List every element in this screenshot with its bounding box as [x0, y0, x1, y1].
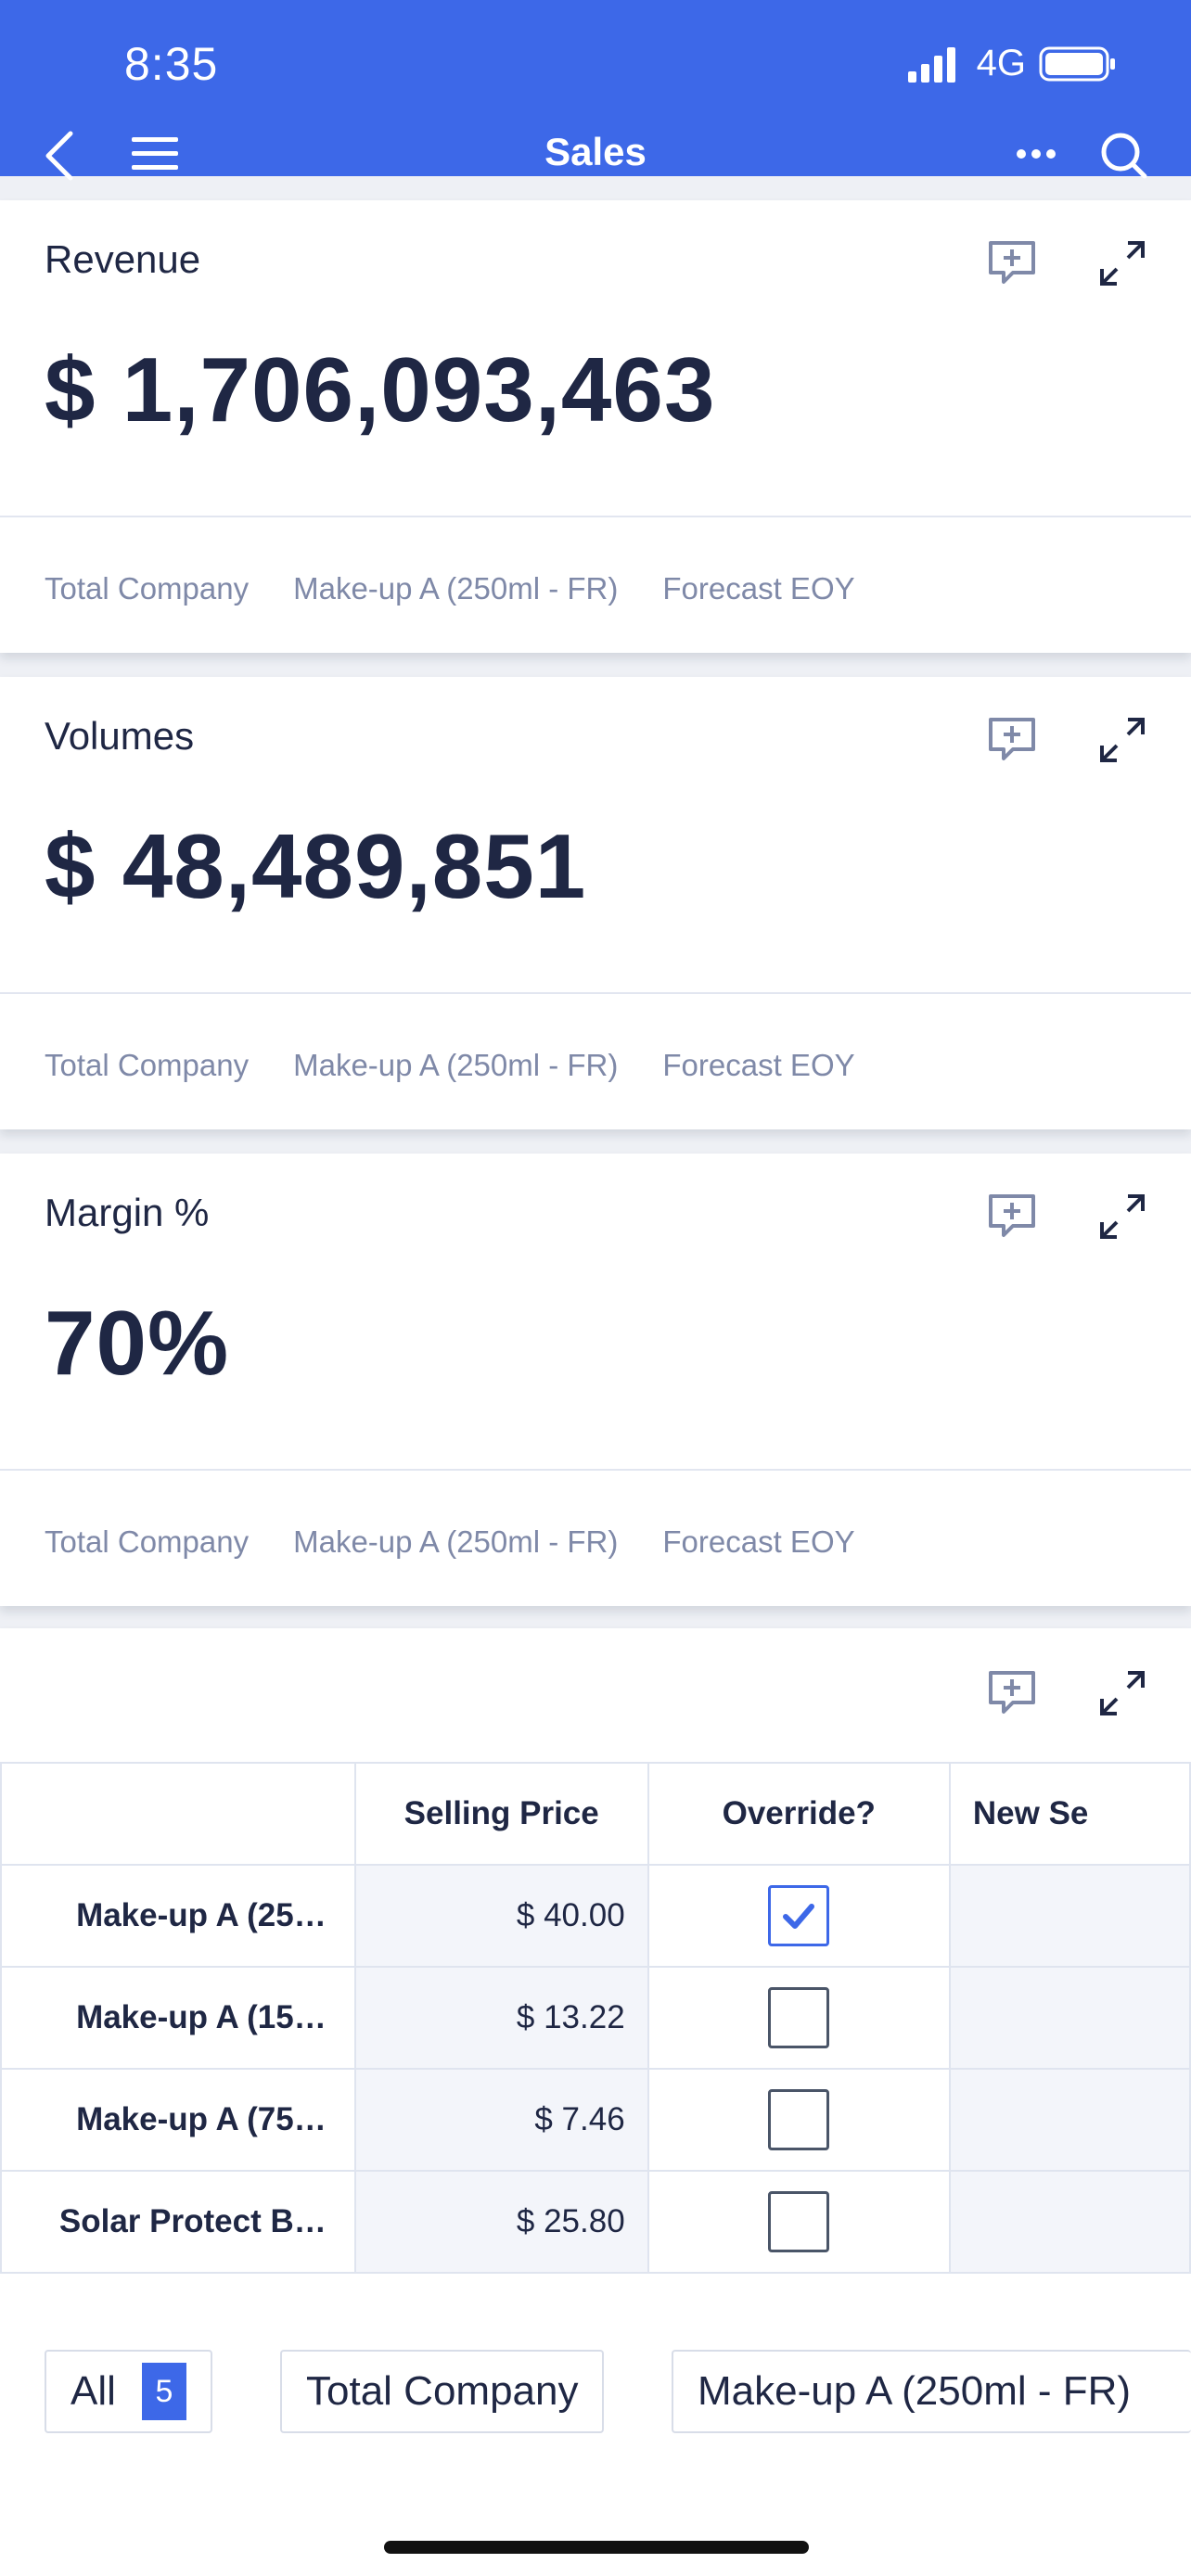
header-new-selling-price: New Se [948, 1762, 1191, 1866]
expand-icon[interactable] [1098, 1192, 1146, 1241]
add-comment-icon[interactable] [987, 1192, 1037, 1239]
price-table-scroll[interactable]: Selling Price Override? New Se Make-up A… [0, 1762, 1191, 2300]
volumes-card[interactable]: Volumes $ 48,489,851 Total Company Make-… [0, 677, 1191, 1129]
add-comment-icon[interactable] [987, 716, 1037, 762]
new-price-cell[interactable] [948, 1864, 1191, 1968]
card-actions [987, 1669, 1146, 1717]
network-type: 4G [976, 43, 1026, 83]
card-value: $ 48,489,851 [45, 815, 587, 917]
override-cell [647, 2068, 951, 2172]
new-price-cell[interactable] [948, 2170, 1191, 2274]
tag-product: Make-up A (250ml - FR) [293, 1524, 619, 1559]
card-title: Margin % [45, 1191, 210, 1234]
row-label: Solar Protect B… [0, 2170, 356, 2274]
add-comment-icon[interactable] [987, 1669, 1037, 1715]
override-checkbox[interactable] [768, 2089, 830, 2150]
tag-product: Make-up A (250ml - FR) [293, 571, 619, 606]
selling-price-cell[interactable]: $ 40.00 [353, 1864, 649, 1968]
tag-scenario: Forecast EOY [662, 571, 855, 606]
expand-icon[interactable] [1098, 716, 1146, 764]
new-price-cell[interactable] [948, 1966, 1191, 2070]
new-price-cell[interactable] [948, 2068, 1191, 2172]
status-indicators: 4G [907, 43, 1117, 84]
filter-bar: All 5 Total Company Make-up A (250ml - F… [0, 2302, 1191, 2576]
card-actions [987, 239, 1146, 287]
tag-scenario: Forecast EOY [662, 1048, 855, 1082]
add-comment-icon[interactable] [987, 239, 1037, 286]
table-row: Make-up A (75… $ 7.46 [0, 2068, 1191, 2172]
table-row: Solar Protect B… $ 25.80 [0, 2170, 1191, 2274]
table-row: Make-up A (15… $ 13.22 [0, 1966, 1191, 2070]
header-blank [0, 1762, 356, 1866]
signal-icon [907, 46, 955, 83]
filter-all-button[interactable]: All 5 [45, 2350, 212, 2433]
header-selling-price: Selling Price [353, 1762, 649, 1866]
selling-price-cell[interactable]: $ 13.22 [353, 1966, 649, 2070]
override-cell [647, 1966, 951, 2070]
expand-icon[interactable] [1098, 239, 1146, 287]
card-divider [0, 1469, 1191, 1471]
tag-company: Total Company [45, 1048, 250, 1082]
tag-scenario: Forecast EOY [662, 1524, 855, 1559]
table-header-row: Selling Price Override? New Se [0, 1762, 1191, 1866]
card-title: Volumes [45, 714, 195, 758]
table-row: Make-up A (25… $ 40.00 [0, 1864, 1191, 1968]
card-value: 70% [45, 1292, 230, 1394]
override-cell [647, 2170, 951, 2274]
home-indicator[interactable] [384, 2541, 809, 2554]
tag-company: Total Company [45, 571, 250, 606]
status-time: 8:35 [124, 38, 219, 90]
card-tags: Total Company Make-up A (250ml - FR) For… [45, 1048, 855, 1083]
card-title: Revenue [45, 237, 201, 281]
card-divider [0, 992, 1191, 994]
margin-card[interactable]: Margin % 70% Total Company Make-up A (25… [0, 1154, 1191, 1606]
battery-icon [1039, 46, 1115, 81]
card-value: $ 1,706,093,463 [45, 338, 716, 440]
search-icon[interactable] [1100, 132, 1148, 180]
card-tags: Total Company Make-up A (250ml - FR) For… [45, 571, 855, 606]
header-override: Override? [647, 1762, 951, 1866]
price-table: Selling Price Override? New Se Make-up A… [0, 1762, 1191, 2274]
app-header: 8:35 4G Sales [0, 0, 1191, 181]
page-title: Sales [544, 130, 647, 173]
revenue-card[interactable]: Revenue $ 1,706,093,463 Total Company Ma… [0, 200, 1191, 653]
row-label: Make-up A (75… [0, 2068, 356, 2172]
expand-icon[interactable] [1098, 1669, 1146, 1717]
checkmark-icon [783, 1904, 815, 1929]
selling-price-cell[interactable]: $ 25.80 [353, 2170, 649, 2274]
card-actions [987, 1192, 1146, 1241]
override-cell [647, 1864, 951, 1968]
tag-product: Make-up A (250ml - FR) [293, 1048, 619, 1082]
filter-all-label: All [70, 2368, 116, 2414]
tag-company: Total Company [45, 1524, 250, 1559]
filter-company-label: Total Company [306, 2368, 579, 2414]
override-checkbox[interactable] [768, 1987, 830, 2048]
card-actions [987, 716, 1146, 764]
card-divider [0, 516, 1191, 517]
row-label: Make-up A (15… [0, 1966, 356, 2070]
row-label: Make-up A (25… [0, 1864, 356, 1968]
more-icon[interactable] [1017, 148, 1056, 159]
card-tags: Total Company Make-up A (250ml - FR) For… [45, 1524, 855, 1560]
filter-product-button[interactable]: Make-up A (250ml - FR) [672, 2350, 1191, 2433]
filter-company-button[interactable]: Total Company [280, 2350, 605, 2433]
filter-product-label: Make-up A (250ml - FR) [698, 2368, 1132, 2414]
override-checkbox[interactable] [768, 1885, 830, 1946]
filter-count-badge: 5 [141, 2363, 186, 2420]
override-checkbox[interactable] [768, 2191, 830, 2252]
selling-price-cell[interactable]: $ 7.46 [353, 2068, 649, 2172]
